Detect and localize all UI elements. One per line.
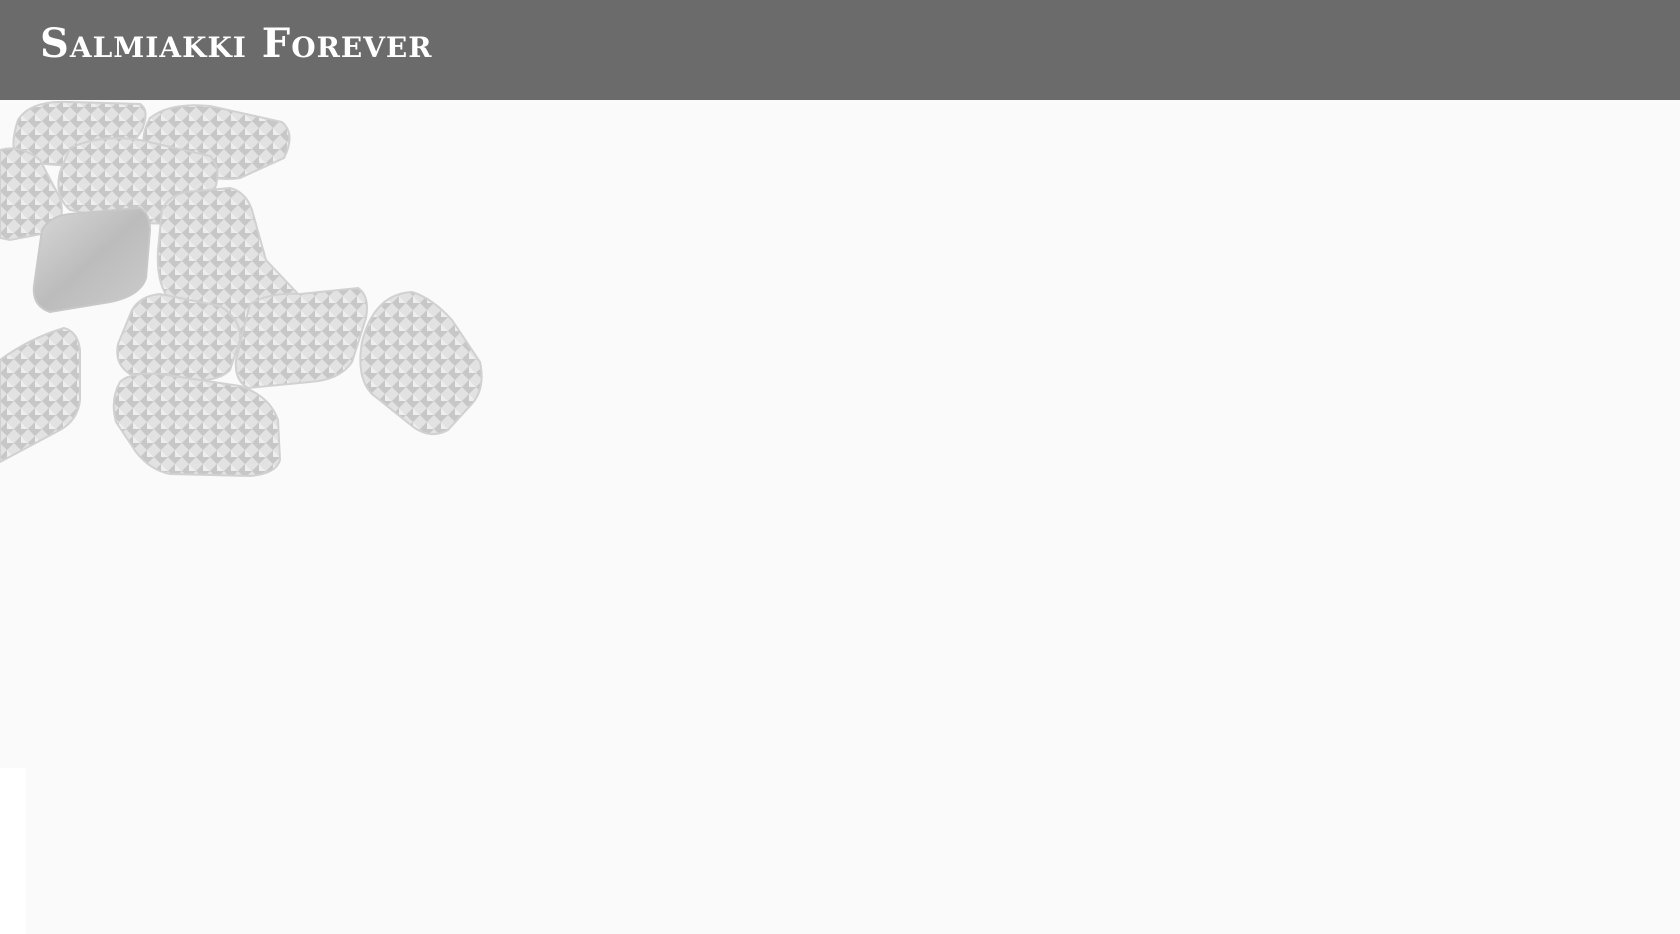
candy-piece	[234, 286, 368, 390]
side-strip	[0, 768, 26, 934]
candy-piece	[116, 292, 242, 382]
salmiakki-candies-image	[0, 100, 483, 478]
candy-piece	[32, 206, 152, 314]
site-title[interactable]: Salmiakki Forever	[40, 18, 433, 70]
candy-piece	[359, 290, 483, 436]
main-content	[0, 100, 1680, 934]
candy-piece	[112, 372, 282, 478]
site-header: Salmiakki Forever	[0, 0, 1680, 100]
candy-piece	[0, 326, 81, 464]
